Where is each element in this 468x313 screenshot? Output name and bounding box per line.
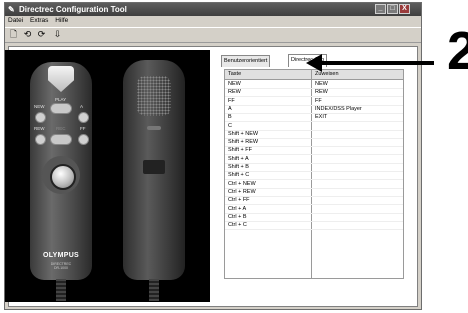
arrow-shaft: [320, 61, 434, 65]
key-cell: Ctrl + A: [228, 205, 247, 212]
new-document-icon[interactable]: 🗋: [8, 29, 19, 40]
maximize-button[interactable]: □: [387, 4, 398, 14]
key-cell: Shift + REW: [228, 139, 259, 146]
key-cell: FF: [228, 97, 235, 104]
cable-plug-back: [149, 279, 159, 301]
a-button[interactable]: [78, 112, 89, 123]
title-bar[interactable]: ✎ Directrec Configuration Tool _ □ X: [5, 3, 421, 16]
key-cell: A: [228, 105, 232, 112]
ff-label: FF: [80, 126, 86, 131]
key-cell: Ctrl + REW: [228, 188, 256, 195]
clip-slot: [143, 160, 165, 174]
key-cell: Shift + NEW: [228, 130, 259, 137]
key-cell: Shift + B: [228, 164, 249, 170]
new-label: NEW: [34, 104, 45, 109]
remote-back: [123, 60, 185, 280]
play-label: PLAY: [55, 97, 67, 102]
menu-extras[interactable]: Extras: [30, 17, 48, 24]
assignment-panel: Benutzerorientiert Directrec App Taste Z…: [218, 49, 410, 301]
model-line-2: DR-1000: [53, 266, 68, 270]
menu-hilfe[interactable]: Hilfe: [55, 17, 68, 24]
rec-label: REC: [56, 126, 66, 131]
close-button[interactable]: X: [399, 4, 410, 14]
assignment-cell[interactable]: REW: [315, 88, 328, 96]
microphone-cap: [48, 66, 74, 92]
pointer-arrow: [306, 54, 434, 72]
rec-button[interactable]: [50, 134, 72, 145]
download-icon[interactable]: ⇩: [52, 29, 63, 40]
key-cell: Shift + A: [228, 155, 249, 162]
rew-button[interactable]: [35, 134, 46, 145]
key-cell: Shift + FF: [228, 147, 252, 154]
save-icon[interactable]: ⟳: [36, 29, 47, 40]
speaker-bar: [147, 126, 161, 130]
a-label: A: [80, 104, 84, 109]
table-row[interactable]: Ctrl + C: [225, 221, 403, 231]
key-cell: Ctrl + NEW: [228, 180, 256, 187]
toolbar: 🗋 ⟲ ⟳ ⇩: [5, 27, 421, 43]
rew-label: REW: [34, 126, 45, 131]
assignment-cell[interactable]: NEW: [315, 80, 328, 88]
new-button[interactable]: [35, 112, 46, 123]
ff-button[interactable]: [78, 134, 89, 145]
key-assignment-table: Taste Zuweisen NEW NEW REW REW FF FF A INDEX/DS…: [224, 69, 404, 279]
assignment-cell[interactable]: INDEX/DSS Player: [315, 105, 362, 113]
model-label: DIRECTREC DR-1000: [38, 262, 84, 270]
key-cell: REW: [228, 89, 241, 96]
key-cell: B: [228, 114, 232, 121]
trackball[interactable]: [50, 164, 76, 190]
menu-datei[interactable]: Datei: [8, 17, 23, 24]
assignment-cell[interactable]: EXIT: [315, 113, 327, 121]
step-number: 2: [447, 21, 468, 81]
key-cell: C: [228, 122, 232, 129]
speaker-grille: [137, 76, 171, 116]
key-cell: NEW: [228, 81, 241, 87]
window-title: Directrec Configuration Tool: [19, 5, 127, 14]
remote-front: PLAY NEW A REW REC FF OLYMPUS DIRECTREC …: [30, 62, 92, 280]
play-button[interactable]: [50, 103, 72, 114]
cable-plug-front: [56, 279, 66, 301]
device-preview: PLAY NEW A REW REC FF OLYMPUS DIRECTREC …: [5, 50, 210, 302]
brand-logo: OLYMPUS: [42, 252, 80, 259]
key-cell: Ctrl + B: [228, 213, 247, 220]
minimize-button[interactable]: _: [375, 4, 386, 14]
key-cell: Ctrl + FF: [228, 197, 250, 204]
assignment-cell[interactable]: FF: [315, 97, 322, 105]
column-header-taste[interactable]: Taste: [228, 70, 241, 79]
menu-bar: Datei Extras Hilfe: [5, 16, 421, 26]
arrow-head: [306, 54, 322, 72]
open-icon[interactable]: ⟲: [22, 29, 33, 40]
key-cell: Shift + C: [228, 172, 250, 179]
tab-benutzerorientiert[interactable]: Benutzerorientiert: [221, 55, 271, 67]
app-icon: ✎: [8, 5, 15, 14]
key-cell: Ctrl + C: [228, 222, 247, 229]
